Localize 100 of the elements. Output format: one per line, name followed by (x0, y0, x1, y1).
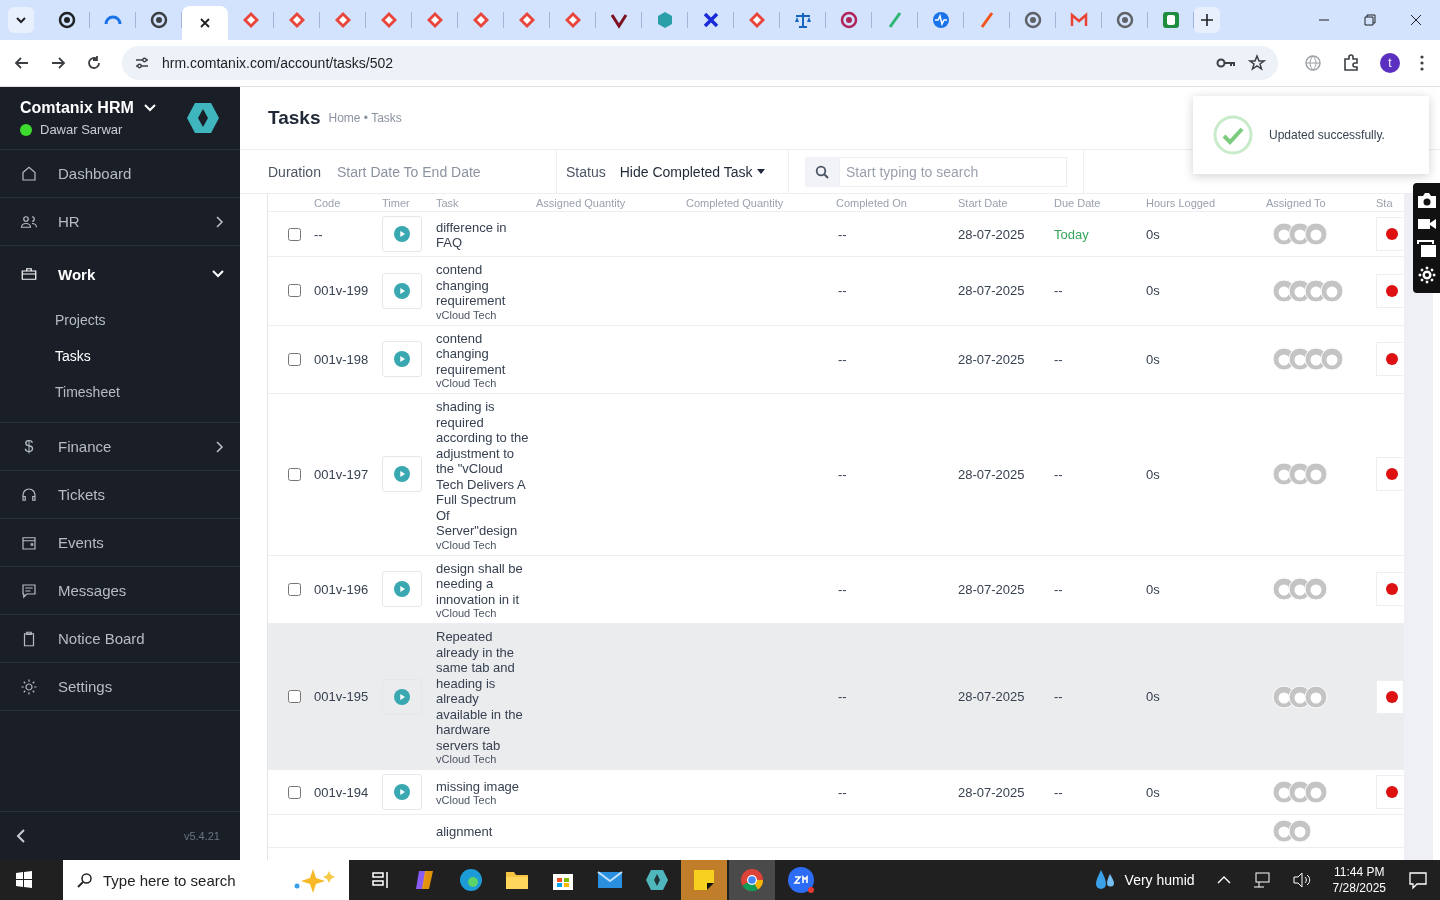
puzzle-icon[interactable] (1342, 54, 1360, 72)
search-button[interactable] (805, 156, 839, 187)
hours-logged: 0s (1146, 689, 1160, 704)
chrome-button[interactable] (729, 860, 775, 900)
nav-item[interactable]: Dashboard (0, 150, 240, 197)
favicon-icon (242, 11, 260, 29)
favicon-icon (1024, 11, 1042, 29)
chevron-up-icon[interactable] (1216, 875, 1231, 885)
search-field[interactable]: Start typing to search (839, 156, 1067, 187)
row-checkbox[interactable] (287, 352, 301, 366)
notification-icon[interactable] (1408, 870, 1428, 890)
task-name[interactable]: shading is required according to the adjustment to the "vCloud Tech Delivers A Full Spectrum Of Server"design (436, 399, 530, 539)
table-row[interactable]: 001v-195 Repeated already in the same tab and heading is already available in the hardware servers tab vCloud Tech -- 28-07-2025 -- 0s (268, 624, 1404, 770)
site-settings-icon[interactable] (134, 55, 150, 71)
row-checkbox[interactable] (287, 467, 301, 481)
nav-item[interactable]: Work (0, 246, 240, 302)
chevron-down-icon[interactable] (143, 104, 156, 112)
page-title: Tasks (268, 107, 321, 129)
nav-item[interactable]: HR (0, 198, 240, 245)
project-name: vCloud Tech (436, 607, 497, 620)
star-icon[interactable] (1248, 54, 1266, 72)
chevron-down-icon (212, 270, 224, 278)
task-name[interactable]: design shall be needing a innovation in it (436, 560, 530, 607)
timer-button[interactable] (382, 341, 422, 378)
row-checkbox[interactable] (287, 690, 301, 703)
timer-button[interactable] (382, 571, 422, 608)
profile-avatar[interactable]: t (1380, 53, 1400, 73)
new-tab-button[interactable] (1194, 7, 1220, 33)
zoom-app-icon[interactable] (787, 866, 815, 894)
close-icon[interactable] (1410, 14, 1422, 26)
nav-subitem[interactable]: Timesheet (55, 374, 240, 410)
nav-item[interactable]: Events (0, 519, 240, 566)
camera-icon[interactable] (1416, 190, 1437, 209)
globe-icon[interactable] (1304, 54, 1322, 72)
nav-item[interactable]: $ Finance (0, 423, 240, 470)
forward-icon[interactable] (50, 55, 66, 71)
timer-button[interactable] (382, 216, 422, 252)
browser-tab[interactable] (182, 6, 228, 40)
windows-start-icon[interactable] (15, 871, 33, 889)
tab-search-button[interactable] (8, 7, 34, 33)
edge-browser-icon[interactable] (459, 868, 483, 892)
close-icon[interactable] (199, 17, 211, 29)
task-view-icon[interactable] (371, 871, 391, 889)
mail-icon[interactable] (597, 870, 623, 890)
timer-button[interactable] (382, 456, 422, 493)
timer-button[interactable] (382, 272, 422, 309)
project-name: vCloud Tech (436, 794, 497, 808)
table-cell: -- (838, 351, 847, 367)
nav-item[interactable]: Messages (0, 567, 240, 614)
more-icon[interactable] (1420, 55, 1424, 71)
scrollbar-track[interactable] (1404, 194, 1433, 860)
task-code: -- (314, 226, 323, 242)
nav-item[interactable]: Tickets (0, 471, 240, 518)
row-checkbox[interactable] (287, 284, 301, 298)
settings-icon[interactable] (1416, 265, 1437, 286)
favicon-icon (656, 11, 674, 29)
task-name[interactable]: contend changing requirement (436, 262, 530, 309)
network-icon[interactable] (1252, 872, 1271, 888)
due-date: -- (1054, 466, 1063, 482)
chevron-right-icon (216, 440, 224, 453)
hours-logged: 0s (1146, 466, 1160, 482)
status-dropdown[interactable]: Hide Completed Task (619, 163, 765, 180)
row-checkbox[interactable] (287, 227, 301, 241)
task-name[interactable]: difference in FAQ (436, 219, 530, 251)
toast-message: Updated successfully. (1269, 128, 1385, 142)
task-name[interactable]: alignment (436, 824, 493, 840)
due-date: -- (1054, 689, 1063, 704)
task-code: 001v-194 (314, 784, 369, 800)
folder-icon[interactable] (505, 869, 529, 891)
task-code: 001v-195 (314, 689, 369, 704)
collapse-icon[interactable] (16, 829, 26, 843)
nav-subitem[interactable]: Tasks (55, 338, 240, 374)
task-name[interactable]: contend changing requirement (436, 330, 530, 377)
timer-button[interactable] (382, 774, 422, 810)
window-icon[interactable] (1416, 239, 1437, 258)
restore-icon[interactable] (1364, 14, 1376, 26)
headset-icon (20, 485, 38, 504)
nav-item[interactable]: Notice Board (0, 615, 240, 662)
clock-time[interactable]: 11:44 PM (1334, 864, 1385, 880)
nav-subitem[interactable]: Projects (55, 302, 240, 338)
reload-icon[interactable] (86, 55, 102, 71)
play-icon (394, 784, 410, 800)
clock-date[interactable]: 7/28/2025 (1332, 880, 1386, 896)
success-check-icon (1213, 115, 1253, 155)
task-name[interactable]: missing image (436, 778, 520, 795)
taskbar-search-field[interactable]: Type here to search (63, 860, 349, 900)
hours-logged: 0s (1146, 581, 1160, 597)
speaker-icon[interactable] (1292, 872, 1311, 888)
back-icon[interactable] (14, 55, 30, 71)
hours-logged: 0s (1146, 283, 1160, 299)
task-name[interactable]: Repeated already in the same tab and heading is already available in the hardware servers tab (436, 629, 530, 753)
app-hexagon-icon[interactable] (645, 868, 669, 892)
filter-label: Status (566, 163, 606, 180)
table-cell: -- (838, 581, 847, 597)
row-checkbox[interactable] (287, 785, 301, 799)
key-icon[interactable] (1216, 56, 1236, 70)
weather-label[interactable]: Very humid (1124, 872, 1195, 888)
row-checkbox[interactable] (287, 582, 301, 596)
nav-item[interactable]: Settings (0, 663, 240, 710)
address-field[interactable]: hrm.comtanix.com/account/tasks/502 (122, 46, 1278, 80)
